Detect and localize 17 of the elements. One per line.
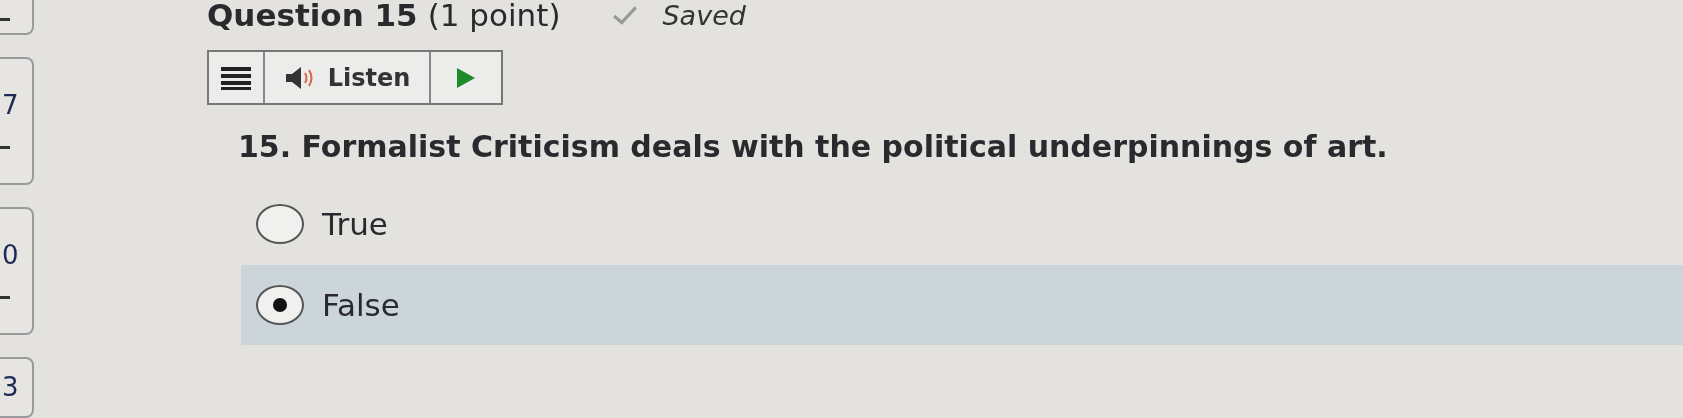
answer-option[interactable]: False — [241, 265, 1683, 345]
question-points: (1 point) — [427, 0, 561, 33]
question-nav-item[interactable]: 7 — [0, 56, 34, 185]
menu-icon — [221, 65, 251, 90]
question-nav-item[interactable]: 3 — [0, 356, 34, 418]
radio-button[interactable] — [256, 204, 304, 244]
saved-status: Saved — [662, 0, 746, 31]
option-label: False — [322, 287, 400, 323]
question-nav-item[interactable] — [0, 0, 34, 35]
answer-option[interactable]: True — [241, 189, 1683, 259]
option-label: True — [322, 206, 388, 242]
question-text: 15. Formalist Criticism deals with the political underpinnings of art. — [238, 129, 1389, 164]
question-title: Question 15 — [207, 0, 418, 33]
radio-button[interactable] — [256, 285, 304, 325]
play-icon — [456, 66, 476, 89]
question-nav-item[interactable]: 0 — [0, 206, 34, 335]
speaker-icon — [283, 65, 314, 90]
